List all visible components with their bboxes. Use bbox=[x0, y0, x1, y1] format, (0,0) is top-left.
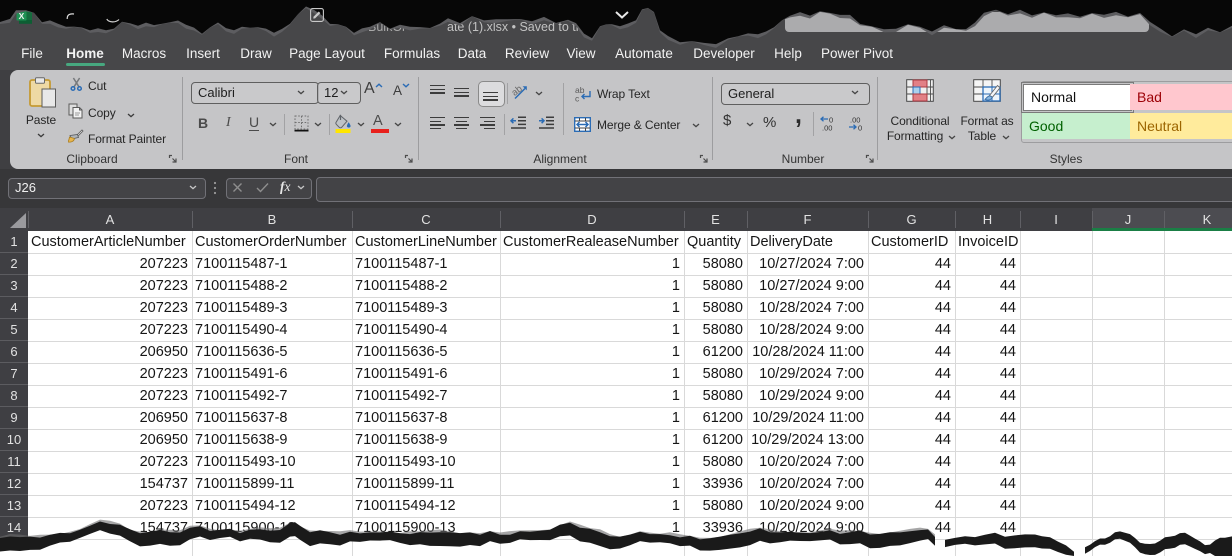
svg-text:0: 0 bbox=[858, 124, 862, 132]
svg-text:.00: .00 bbox=[822, 124, 832, 132]
